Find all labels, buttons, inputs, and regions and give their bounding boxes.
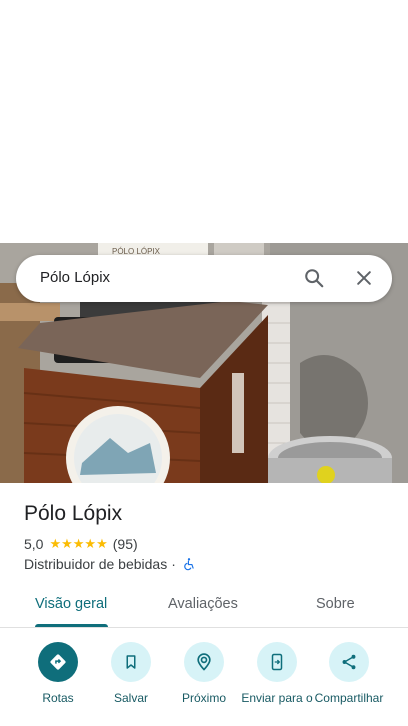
place-category: Distribuidor de bebidas	[24, 556, 168, 572]
share-button[interactable]: Compartilhar	[309, 642, 389, 705]
star-rating-icon: ★★★★★	[49, 536, 108, 551]
wheelchair-accessible-icon	[184, 558, 194, 571]
search-input[interactable]: Pólo Lópix	[40, 269, 110, 286]
rating-value: 5,0	[24, 536, 44, 552]
directions-label: Rotas	[42, 691, 74, 705]
search-bar[interactable]: Pólo Lópix	[16, 255, 392, 302]
nearby-icon	[197, 653, 211, 671]
active-tab-indicator	[35, 624, 108, 627]
send-to-phone-button-circle	[257, 642, 297, 682]
directions-icon	[50, 654, 66, 670]
tab-overview[interactable]: Visão geral	[35, 596, 107, 612]
share-label: Compartilhar	[314, 691, 384, 705]
bookmark-icon	[126, 655, 136, 669]
directions-button[interactable]: Rotas	[18, 642, 98, 705]
separator-dot: ·	[171, 556, 176, 572]
search-icon[interactable]	[303, 267, 325, 289]
save-label: Salvar	[113, 691, 148, 705]
send-to-phone-icon	[271, 653, 283, 671]
directions-button-circle	[38, 642, 78, 682]
close-icon[interactable]	[354, 268, 374, 288]
save-button-circle	[111, 642, 151, 682]
tab-about[interactable]: Sobre	[316, 596, 355, 612]
save-button[interactable]: Salvar	[91, 642, 171, 705]
review-count[interactable]: (95)	[113, 536, 138, 552]
share-button-circle	[329, 642, 369, 682]
map-blank-area	[0, 0, 408, 243]
nearby-label: Próximo	[181, 691, 226, 705]
place-title: Pólo Lópix	[24, 502, 123, 525]
tab-reviews[interactable]: Avaliações	[168, 596, 238, 612]
rating-row[interactable]: 5,0 ★★★★★ (95)	[24, 536, 138, 552]
nearby-button[interactable]: Próximo	[164, 642, 244, 705]
category-row: Distribuidor de bebidas ·	[24, 556, 196, 572]
tab-bar: Visão geral Avaliações Sobre	[0, 588, 408, 628]
share-icon	[342, 654, 356, 670]
nearby-button-circle	[184, 642, 224, 682]
